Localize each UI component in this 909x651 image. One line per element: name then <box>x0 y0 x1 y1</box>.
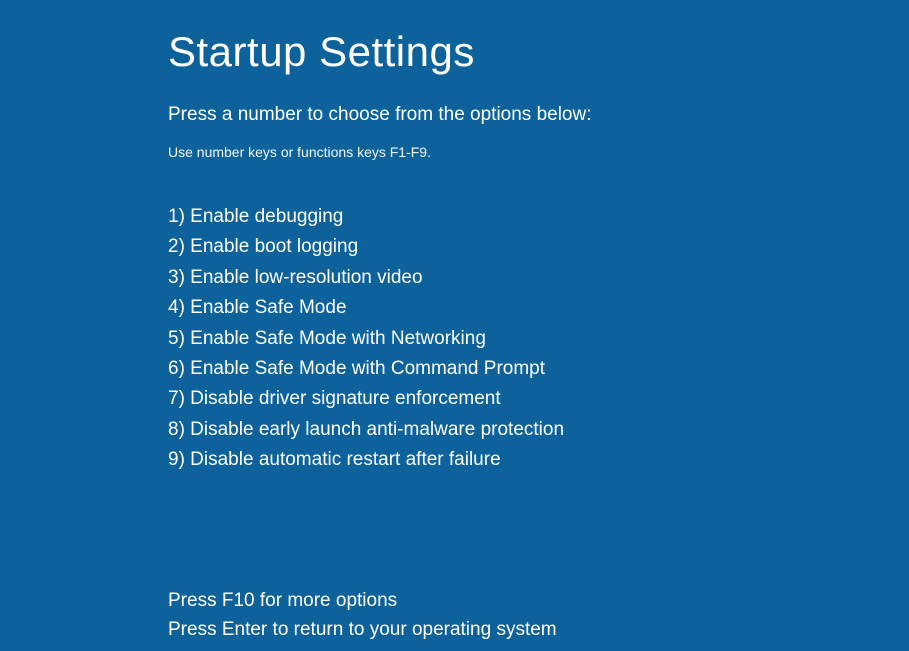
footer-more-options: Press F10 for more options <box>168 586 909 615</box>
option-enable-low-resolution-video[interactable]: 3) Enable low-resolution video <box>168 263 909 293</box>
option-disable-early-launch-anti-malware[interactable]: 8) Disable early launch anti-malware pro… <box>168 415 909 445</box>
option-enable-safe-mode-command-prompt[interactable]: 6) Enable Safe Mode with Command Prompt <box>168 354 909 384</box>
option-enable-safe-mode[interactable]: 4) Enable Safe Mode <box>168 293 909 323</box>
footer-return: Press Enter to return to your operating … <box>168 615 909 644</box>
options-list: 1) Enable debugging 2) Enable boot loggi… <box>168 202 909 476</box>
startup-settings-screen: Startup Settings Press a number to choos… <box>0 0 909 644</box>
page-title: Startup Settings <box>168 28 909 76</box>
instruction-hint: Use number keys or functions keys F1-F9. <box>168 144 909 160</box>
option-disable-automatic-restart[interactable]: 9) Disable automatic restart after failu… <box>168 445 909 475</box>
option-disable-driver-signature-enforcement[interactable]: 7) Disable driver signature enforcement <box>168 384 909 414</box>
option-enable-safe-mode-networking[interactable]: 5) Enable Safe Mode with Networking <box>168 324 909 354</box>
option-enable-debugging[interactable]: 1) Enable debugging <box>168 202 909 232</box>
instruction-subtitle: Press a number to choose from the option… <box>168 104 909 126</box>
option-enable-boot-logging[interactable]: 2) Enable boot logging <box>168 232 909 262</box>
